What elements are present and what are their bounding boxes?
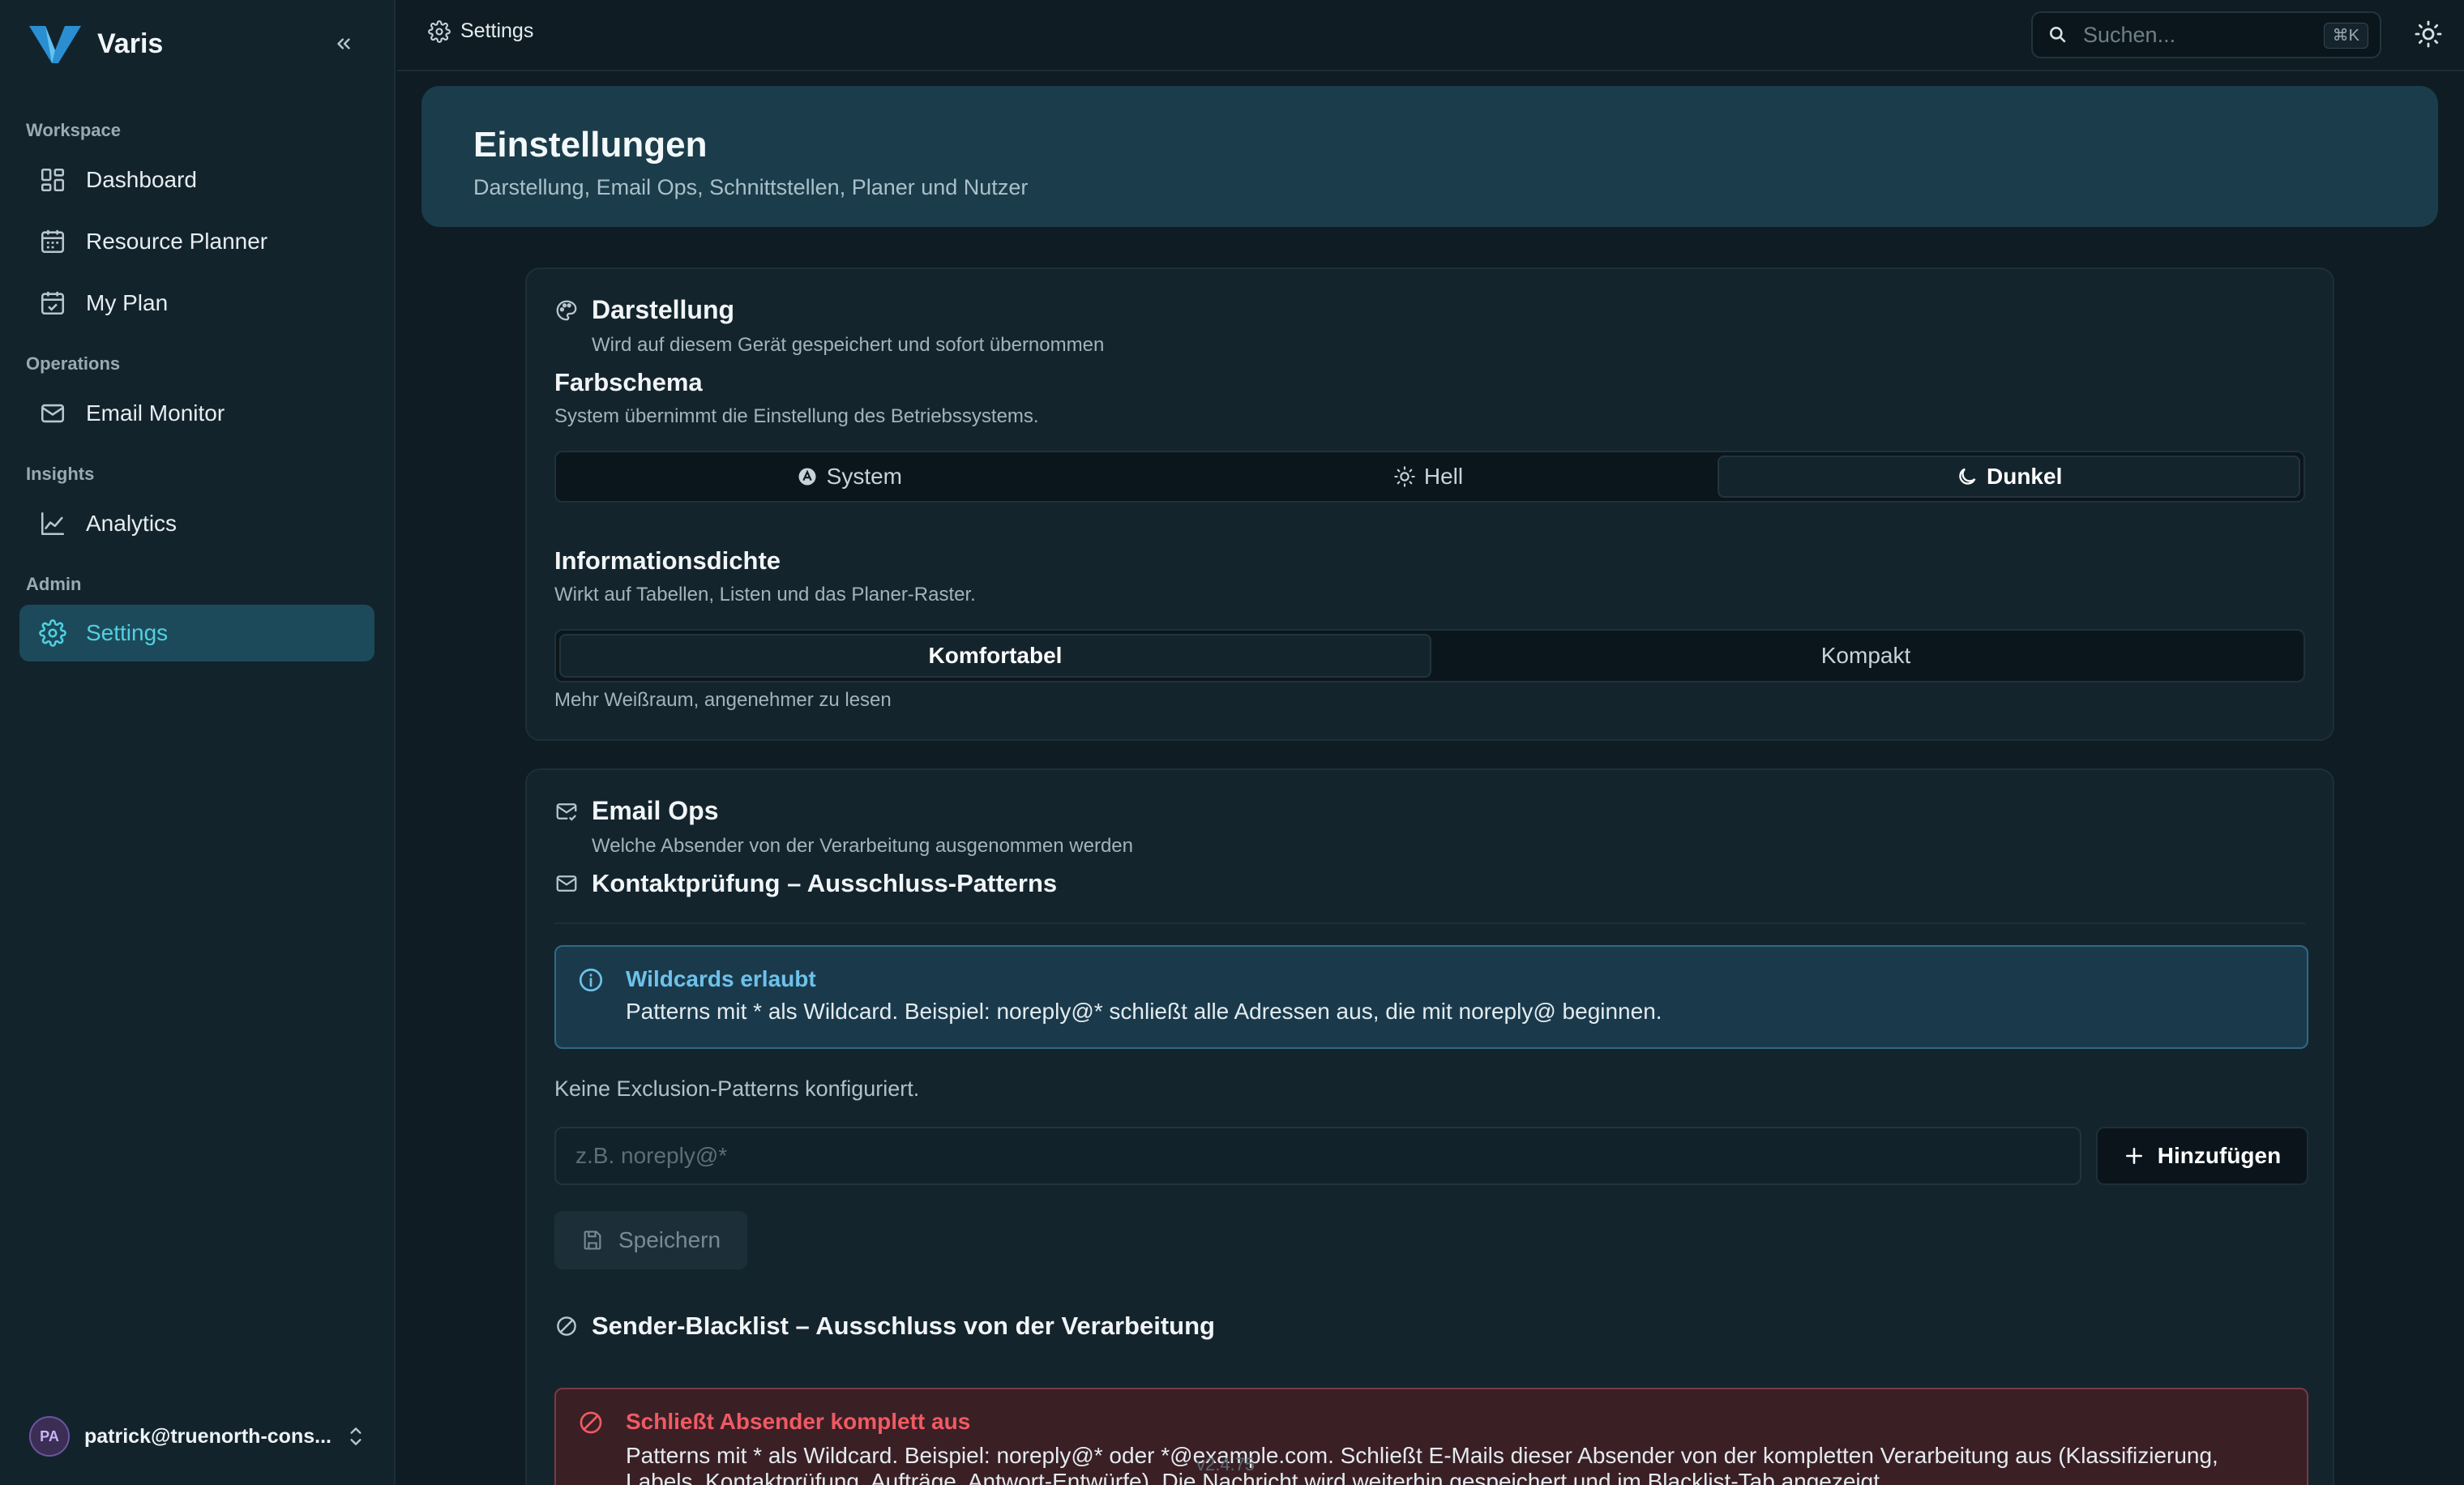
calendar-check-icon (41, 291, 65, 315)
blacklist-header: Sender-Blacklist – Ausschluss von der Ve… (554, 1312, 1215, 1341)
color-scheme-title: Farbschema (554, 368, 703, 396)
search-input[interactable] (2083, 22, 2318, 48)
brand[interactable]: Varis (28, 21, 163, 66)
breadcrumb-label: Settings (460, 19, 534, 42)
sidebar-item-label: Dashboard (86, 167, 197, 192)
blacklist-title: Sender-Blacklist – Ausschluss von der Ve… (592, 1312, 1215, 1340)
appearance-description: Wird auf diesem Gerät gespeichert und so… (592, 334, 1105, 356)
scheme-option-dark[interactable]: Dunkel (1718, 456, 2301, 498)
version-label: v2.4.75 (1196, 1454, 1256, 1474)
empty-patterns-text: Keine Exclusion-Patterns konfiguriert. (554, 1076, 920, 1101)
sidebar: Varis Workspace Dashboard Resource Plann… (0, 0, 396, 1485)
info-icon (579, 968, 603, 992)
sidebar-item-label: My Plan (86, 290, 169, 315)
section-workspace: Workspace (26, 120, 121, 140)
gear-icon (428, 19, 451, 43)
sidebar-item-settings[interactable]: Settings (19, 605, 374, 661)
mail-icon (41, 404, 65, 423)
add-pattern-button[interactable]: Hinzufügen (2096, 1127, 2308, 1185)
wildcard-info-alert: Wildcards erlaubt Patterns mit * als Wil… (554, 945, 2308, 1049)
topbar: Settings ⌘K (397, 0, 2464, 71)
danger-alert-text: Patterns mit * als Wildcard. Beispiel: n… (626, 1443, 2218, 1485)
plus-icon (2125, 1148, 2142, 1164)
sidebar-item-label: Email Monitor (86, 400, 225, 426)
app-name: Varis (97, 28, 164, 59)
email-ops-description: Welche Absender von der Verarbeitung aus… (592, 835, 1133, 857)
section-admin: Admin (26, 574, 82, 594)
scheme-option-label: Hell (1423, 464, 1464, 489)
calendar-icon (41, 229, 65, 254)
sidebar-item-email-monitor[interactable]: Email Monitor (19, 385, 374, 442)
density-selector: Komfortabel Kompakt (554, 629, 2305, 683)
divider (554, 922, 2305, 924)
sun-icon[interactable] (2414, 19, 2443, 49)
appearance-card: Darstellung Wird auf diesem Gerät gespei… (525, 267, 2334, 741)
search-shortcut: ⌘K (2323, 23, 2368, 49)
mail-icon (556, 875, 577, 892)
system-icon (798, 468, 816, 486)
info-alert-title: Wildcards erlaubt (626, 966, 816, 991)
sidebar-item-label: Settings (86, 620, 169, 645)
user-menu[interactable]: PA patrick@truenorth-cons... (29, 1414, 370, 1458)
logo-icon (29, 26, 81, 63)
scheme-option-label: System (826, 464, 903, 489)
density-option-compact[interactable]: Kompakt (1431, 634, 2300, 678)
blacklist-warning-alert: Schließt Absender komplett aus Patterns … (554, 1388, 2308, 1485)
chart-line-icon (41, 511, 65, 536)
section-insights: Insights (26, 464, 95, 484)
sidebar-item-analytics[interactable]: Analytics (19, 495, 374, 552)
page-title: Einstellungen (473, 125, 708, 165)
color-scheme-description: System übernimmt die Einstellung des Bet… (554, 405, 1039, 427)
moon-icon (1959, 468, 1976, 485)
chevrons-left-icon (337, 38, 350, 49)
sun-icon (1394, 466, 1415, 487)
density-title: Informationsdichte (554, 546, 781, 575)
collapse-sidebar-button[interactable] (327, 28, 360, 60)
search-icon (2050, 27, 2066, 43)
save-button[interactable]: Speichern (554, 1211, 747, 1269)
sidebar-item-dashboard[interactable]: Dashboard (19, 152, 374, 208)
save-button-label: Speichern (618, 1227, 721, 1252)
sidebar-item-label: Analytics (86, 511, 178, 536)
scheme-option-system[interactable]: System (559, 456, 1139, 498)
breadcrumb: Settings (428, 19, 533, 43)
user-email: patrick@truenorth-cons... (84, 1424, 332, 1448)
page-subtitle: Darstellung, Email Ops, Schnittstellen, … (473, 175, 1029, 199)
gear-icon (39, 619, 66, 647)
pattern-input-row: Hinzufügen (554, 1127, 2308, 1185)
search-box[interactable]: ⌘K (2031, 11, 2381, 58)
appearance-header: Darstellung (554, 295, 734, 325)
pattern-input[interactable] (554, 1127, 2081, 1185)
add-button-label: Hinzufügen (2157, 1143, 2282, 1168)
ban-icon (557, 1316, 576, 1336)
email-ops-card: Email Ops Welche Absender von der Verarb… (525, 768, 2334, 1485)
sidebar-item-my-plan[interactable]: My Plan (19, 275, 374, 332)
info-alert-text: Patterns mit * als Wildcard. Beispiel: n… (626, 999, 1662, 1024)
dashboard-icon (41, 168, 65, 192)
email-ops-header: Email Ops (554, 796, 719, 826)
color-scheme-selector: System Hell Dunkel (554, 451, 2305, 503)
danger-alert-title: Schließt Absender komplett aus (626, 1409, 971, 1434)
mail-check-icon (556, 802, 577, 821)
contact-check-title: Kontaktprüfung – Ausschluss-Patterns (592, 869, 1058, 897)
chevrons-up-down-icon (350, 1427, 361, 1445)
density-hint: Mehr Weißraum, angenehmer zu lesen (554, 689, 892, 711)
scheme-option-label: Dunkel (1987, 464, 2063, 489)
page-header: Einstellungen Darstellung, Email Ops, Sc… (421, 86, 2438, 227)
save-icon (584, 1230, 601, 1250)
section-operations: Operations (26, 353, 121, 374)
palette-icon (556, 300, 577, 320)
sidebar-item-resource-planner[interactable]: Resource Planner (19, 213, 374, 270)
scheme-option-light[interactable]: Hell (1139, 456, 1718, 498)
density-description: Wirkt auf Tabellen, Listen und das Plane… (554, 584, 976, 606)
avatar: PA (29, 1416, 70, 1457)
appearance-title: Darstellung (592, 295, 735, 324)
density-option-comfortable[interactable]: Komfortabel (559, 634, 1431, 678)
email-ops-title: Email Ops (592, 796, 719, 825)
contact-check-header: Kontaktprüfung – Ausschluss-Patterns (554, 869, 1057, 898)
sidebar-item-label: Resource Planner (86, 229, 268, 254)
ban-icon (580, 1411, 602, 1434)
